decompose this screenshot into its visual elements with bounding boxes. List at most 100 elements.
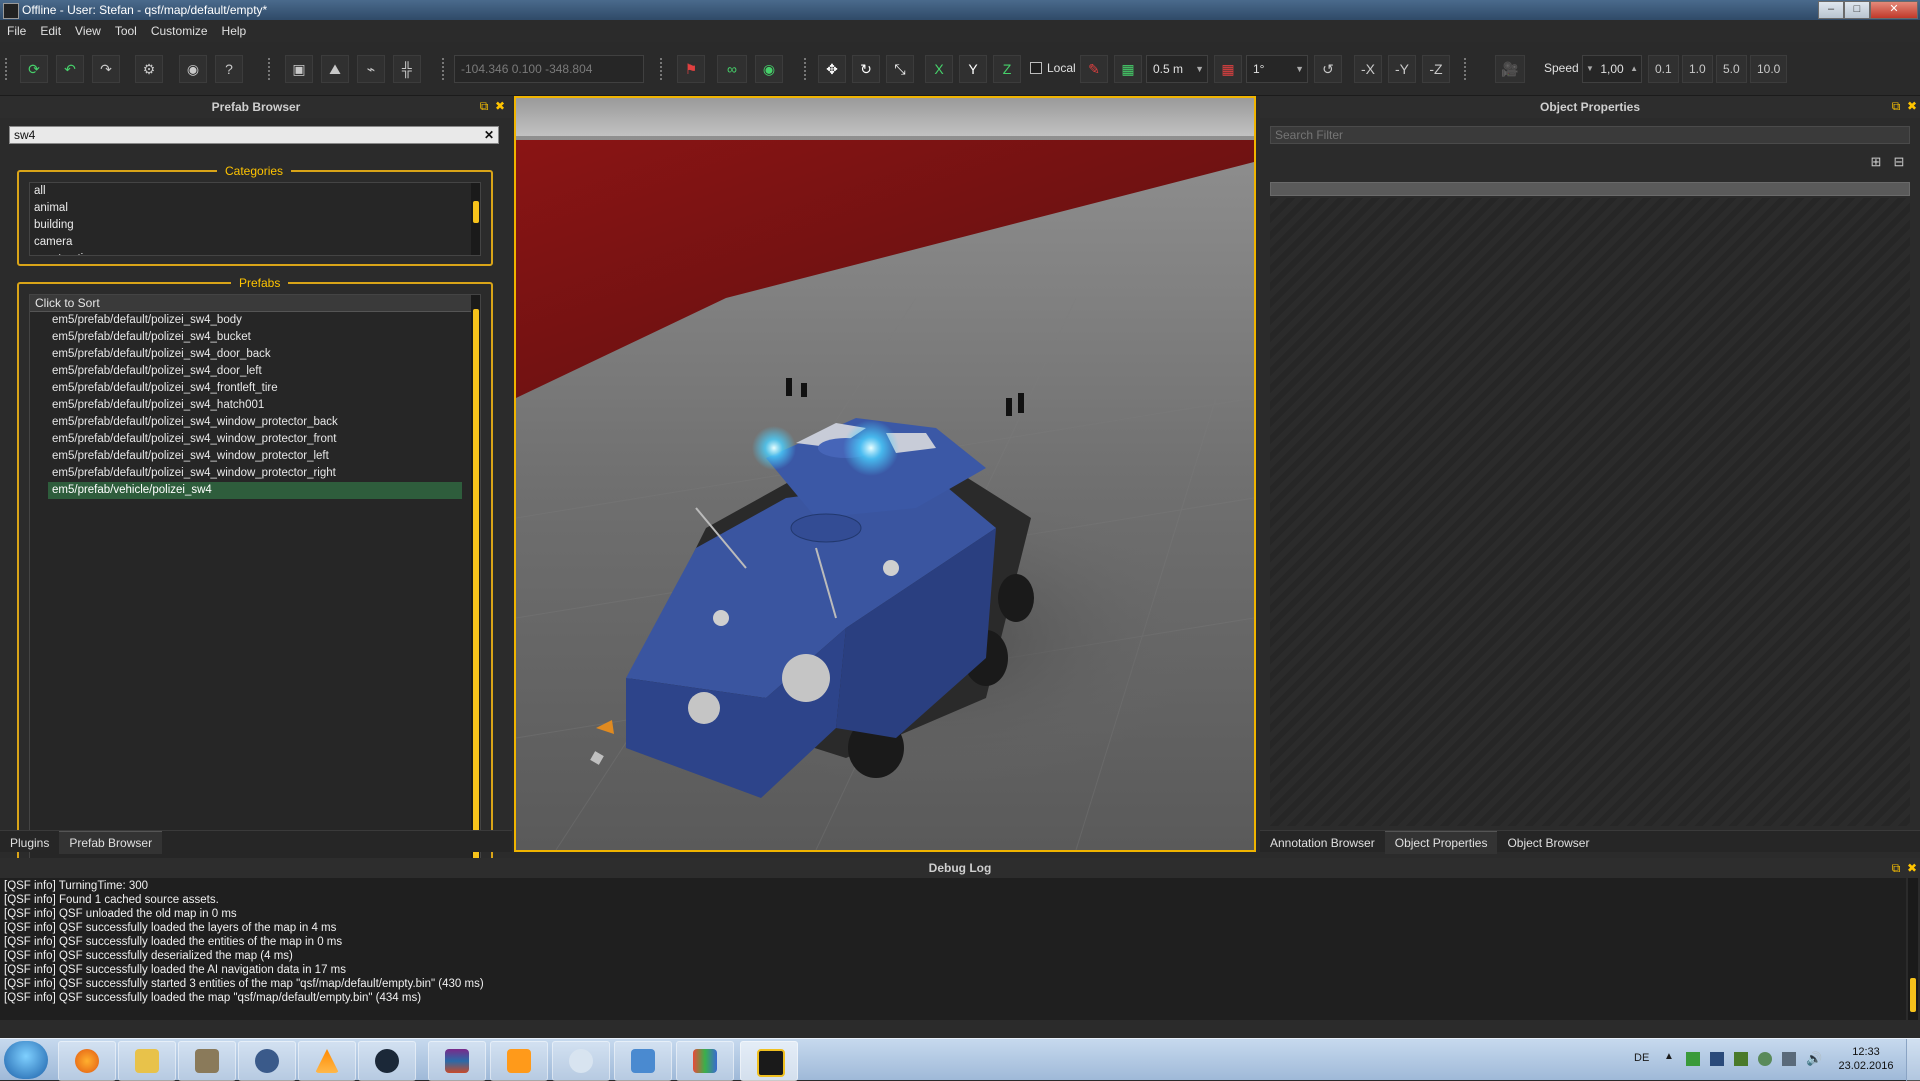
move-icon[interactable]: ✥ bbox=[818, 55, 846, 83]
categories-scrollbar[interactable] bbox=[471, 183, 480, 255]
tab-plugins[interactable]: Plugins bbox=[0, 832, 59, 854]
neg-y-button[interactable]: -Y bbox=[1388, 55, 1416, 83]
scale-icon[interactable]: ⤡ bbox=[886, 55, 914, 83]
tab-annotation-browser[interactable]: Annotation Browser bbox=[1260, 832, 1385, 854]
audacity-icon[interactable] bbox=[238, 1041, 296, 1081]
axis-x-button[interactable]: X bbox=[925, 55, 953, 83]
start-button[interactable] bbox=[4, 1041, 48, 1079]
select-box-icon[interactable]: ▣ bbox=[285, 55, 313, 83]
float-panel-icon[interactable]: ⧉ bbox=[1890, 861, 1902, 875]
prefabs-list[interactable]: Click to Sort em5/prefab/default/polizei… bbox=[29, 294, 481, 896]
category-item[interactable]: camera bbox=[30, 234, 480, 251]
redo-icon[interactable]: ↷ bbox=[92, 55, 120, 83]
prefab-item[interactable]: em5/prefab/default/polizei_sw4_door_left bbox=[30, 363, 462, 380]
speed-preset-0-1[interactable]: 0.1 bbox=[1648, 55, 1679, 83]
menu-tool[interactable]: Tool bbox=[108, 20, 144, 42]
scroll-thumb[interactable] bbox=[1910, 978, 1916, 1012]
menu-edit[interactable]: Edit bbox=[33, 20, 68, 42]
paint-icon[interactable] bbox=[552, 1041, 610, 1081]
neg-x-button[interactable]: -X bbox=[1354, 55, 1382, 83]
tab-object-properties[interactable]: Object Properties bbox=[1384, 831, 1498, 854]
eye-icon[interactable]: ◉ bbox=[755, 55, 783, 83]
search-filter-input[interactable] bbox=[1270, 126, 1910, 144]
speed-spinbox[interactable]: ▼ 1,00 ▲ bbox=[1582, 55, 1642, 83]
language-indicator[interactable]: DE bbox=[1634, 1052, 1649, 1064]
prefab-item[interactable]: em5/prefab/default/polizei_sw4_bucket bbox=[30, 329, 462, 346]
menu-help[interactable]: Help bbox=[215, 20, 254, 42]
close-window-button[interactable]: ✕ bbox=[1870, 1, 1918, 19]
categories-list[interactable]: all animal building camera construction bbox=[29, 182, 481, 256]
windows-flag-icon[interactable] bbox=[1710, 1052, 1724, 1066]
clear-search-icon[interactable]: ✕ bbox=[484, 127, 494, 143]
close-panel-icon[interactable]: ✖ bbox=[494, 99, 506, 113]
show-hidden-icons-icon[interactable]: ▲ bbox=[1664, 1051, 1674, 1062]
help-icon[interactable]: ? bbox=[215, 55, 243, 83]
expand-all-icon[interactable]: ⊞ bbox=[1867, 154, 1885, 172]
vlc-icon[interactable] bbox=[298, 1041, 356, 1081]
properties-header[interactable] bbox=[1270, 182, 1910, 196]
speed-preset-10-0[interactable]: 10.0 bbox=[1750, 55, 1788, 83]
maximize-button[interactable]: □ bbox=[1844, 1, 1870, 19]
terrain-icon[interactable]: ⛰ bbox=[321, 55, 349, 83]
rotate-icon[interactable]: ↻ bbox=[852, 55, 880, 83]
prefab-item[interactable]: em5/prefab/default/polizei_sw4_hatch001 bbox=[30, 397, 462, 414]
close-panel-icon[interactable]: ✖ bbox=[1906, 99, 1918, 113]
prefab-item[interactable]: em5/prefab/default/polizei_sw4_frontleft… bbox=[30, 380, 462, 397]
speed-preset-1-0[interactable]: 1.0 bbox=[1682, 55, 1713, 83]
prefab-item[interactable]: em5/prefab/default/polizei_sw4_window_pr… bbox=[30, 465, 462, 482]
emergency-editor-icon[interactable] bbox=[740, 1041, 798, 1081]
refresh-icon[interactable]: ⟳ bbox=[20, 55, 48, 83]
menu-view[interactable]: View bbox=[68, 20, 108, 42]
sort-header[interactable]: Click to Sort bbox=[30, 295, 471, 312]
scroll-thumb[interactable] bbox=[473, 201, 479, 223]
clock[interactable]: 12:33 23.02.2016 bbox=[1836, 1045, 1896, 1073]
show-desktop-button[interactable] bbox=[1906, 1039, 1920, 1081]
menu-customize[interactable]: Customize bbox=[144, 20, 215, 42]
collapse-all-icon[interactable]: ⊟ bbox=[1890, 154, 1908, 172]
float-panel-icon[interactable]: ⧉ bbox=[478, 99, 490, 113]
calculator-icon[interactable] bbox=[676, 1041, 734, 1081]
neg-z-button[interactable]: -Z bbox=[1422, 55, 1450, 83]
toolbar-grip[interactable] bbox=[660, 58, 666, 80]
prefab-item-selected[interactable]: em5/prefab/vehicle/polizei_sw4 bbox=[48, 482, 462, 499]
speed-preset-5-0[interactable]: 5.0 bbox=[1716, 55, 1747, 83]
rotation-step-select[interactable]: 1° ▼ bbox=[1246, 55, 1308, 83]
tab-prefab-browser[interactable]: Prefab Browser bbox=[59, 831, 163, 854]
snap-icon[interactable]: ✎ bbox=[1080, 55, 1108, 83]
category-item[interactable]: building bbox=[30, 217, 480, 234]
toolbar-grip[interactable] bbox=[442, 58, 448, 80]
prefabs-scrollbar[interactable] bbox=[471, 295, 480, 895]
local-checkbox[interactable] bbox=[1030, 62, 1042, 74]
axis-y-button[interactable]: Y bbox=[959, 55, 987, 83]
debug-log-output[interactable]: [QSF info] TurningTime: 300 [QSF info] F… bbox=[0, 878, 1906, 1020]
reset-rotation-icon[interactable]: ↺ bbox=[1314, 55, 1342, 83]
menu-file[interactable]: File bbox=[0, 20, 33, 42]
toolbar-grip[interactable] bbox=[5, 58, 11, 80]
prefab-item[interactable]: em5/prefab/default/polizei_sw4_window_pr… bbox=[30, 431, 462, 448]
infinity-icon[interactable]: ∞ bbox=[717, 55, 747, 83]
winrar-icon[interactable] bbox=[428, 1041, 486, 1081]
minimize-button[interactable]: – bbox=[1818, 1, 1844, 19]
tab-object-browser[interactable]: Object Browser bbox=[1497, 832, 1599, 854]
category-item[interactable]: animal bbox=[30, 200, 480, 217]
amazon-icon[interactable] bbox=[490, 1041, 548, 1081]
prefab-item[interactable]: em5/prefab/default/polizei_sw4_window_pr… bbox=[30, 448, 462, 465]
tray-app-icon[interactable] bbox=[1686, 1052, 1700, 1066]
angle-snap-icon[interactable]: ▦ bbox=[1214, 55, 1242, 83]
coordinates-field[interactable]: -104.346 0.100 -348.804 bbox=[454, 55, 644, 83]
tray-gear-icon[interactable] bbox=[1758, 1052, 1772, 1066]
flag-icon[interactable]: ⚑ bbox=[677, 55, 705, 83]
3d-viewport[interactable] bbox=[514, 96, 1256, 852]
scroll-thumb[interactable] bbox=[473, 309, 479, 881]
toolbar-grip[interactable] bbox=[1464, 58, 1470, 80]
float-panel-icon[interactable]: ⧉ bbox=[1890, 99, 1902, 113]
prefab-item[interactable]: em5/prefab/default/polizei_sw4_door_back bbox=[30, 346, 462, 363]
gimp-icon[interactable] bbox=[178, 1041, 236, 1081]
explorer-icon[interactable] bbox=[118, 1041, 176, 1081]
volume-icon[interactable]: 🔊 bbox=[1806, 1052, 1822, 1066]
toolbar-grip[interactable] bbox=[268, 58, 274, 80]
grid-icon[interactable]: ▦ bbox=[1114, 55, 1142, 83]
snap-grid-icon[interactable]: ╬ bbox=[393, 55, 421, 83]
debug-log-scrollbar[interactable] bbox=[1908, 878, 1918, 1020]
firefox-icon[interactable] bbox=[58, 1041, 116, 1081]
